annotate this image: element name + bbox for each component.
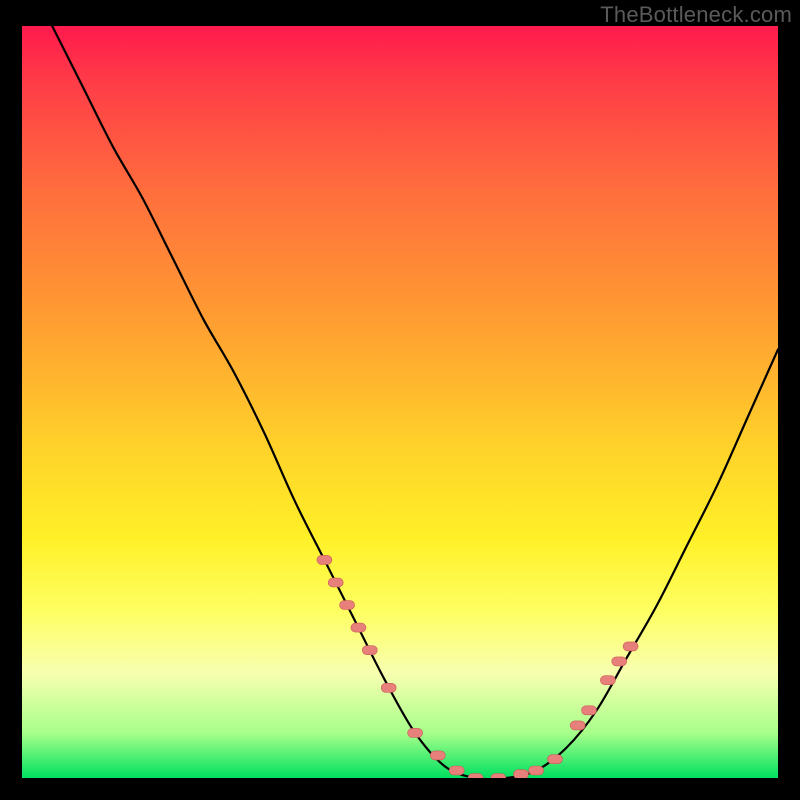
chart-frame: TheBottleneck.com: [0, 0, 800, 800]
watermark-text: TheBottleneck.com: [600, 2, 792, 28]
gradient-background: [22, 26, 778, 778]
